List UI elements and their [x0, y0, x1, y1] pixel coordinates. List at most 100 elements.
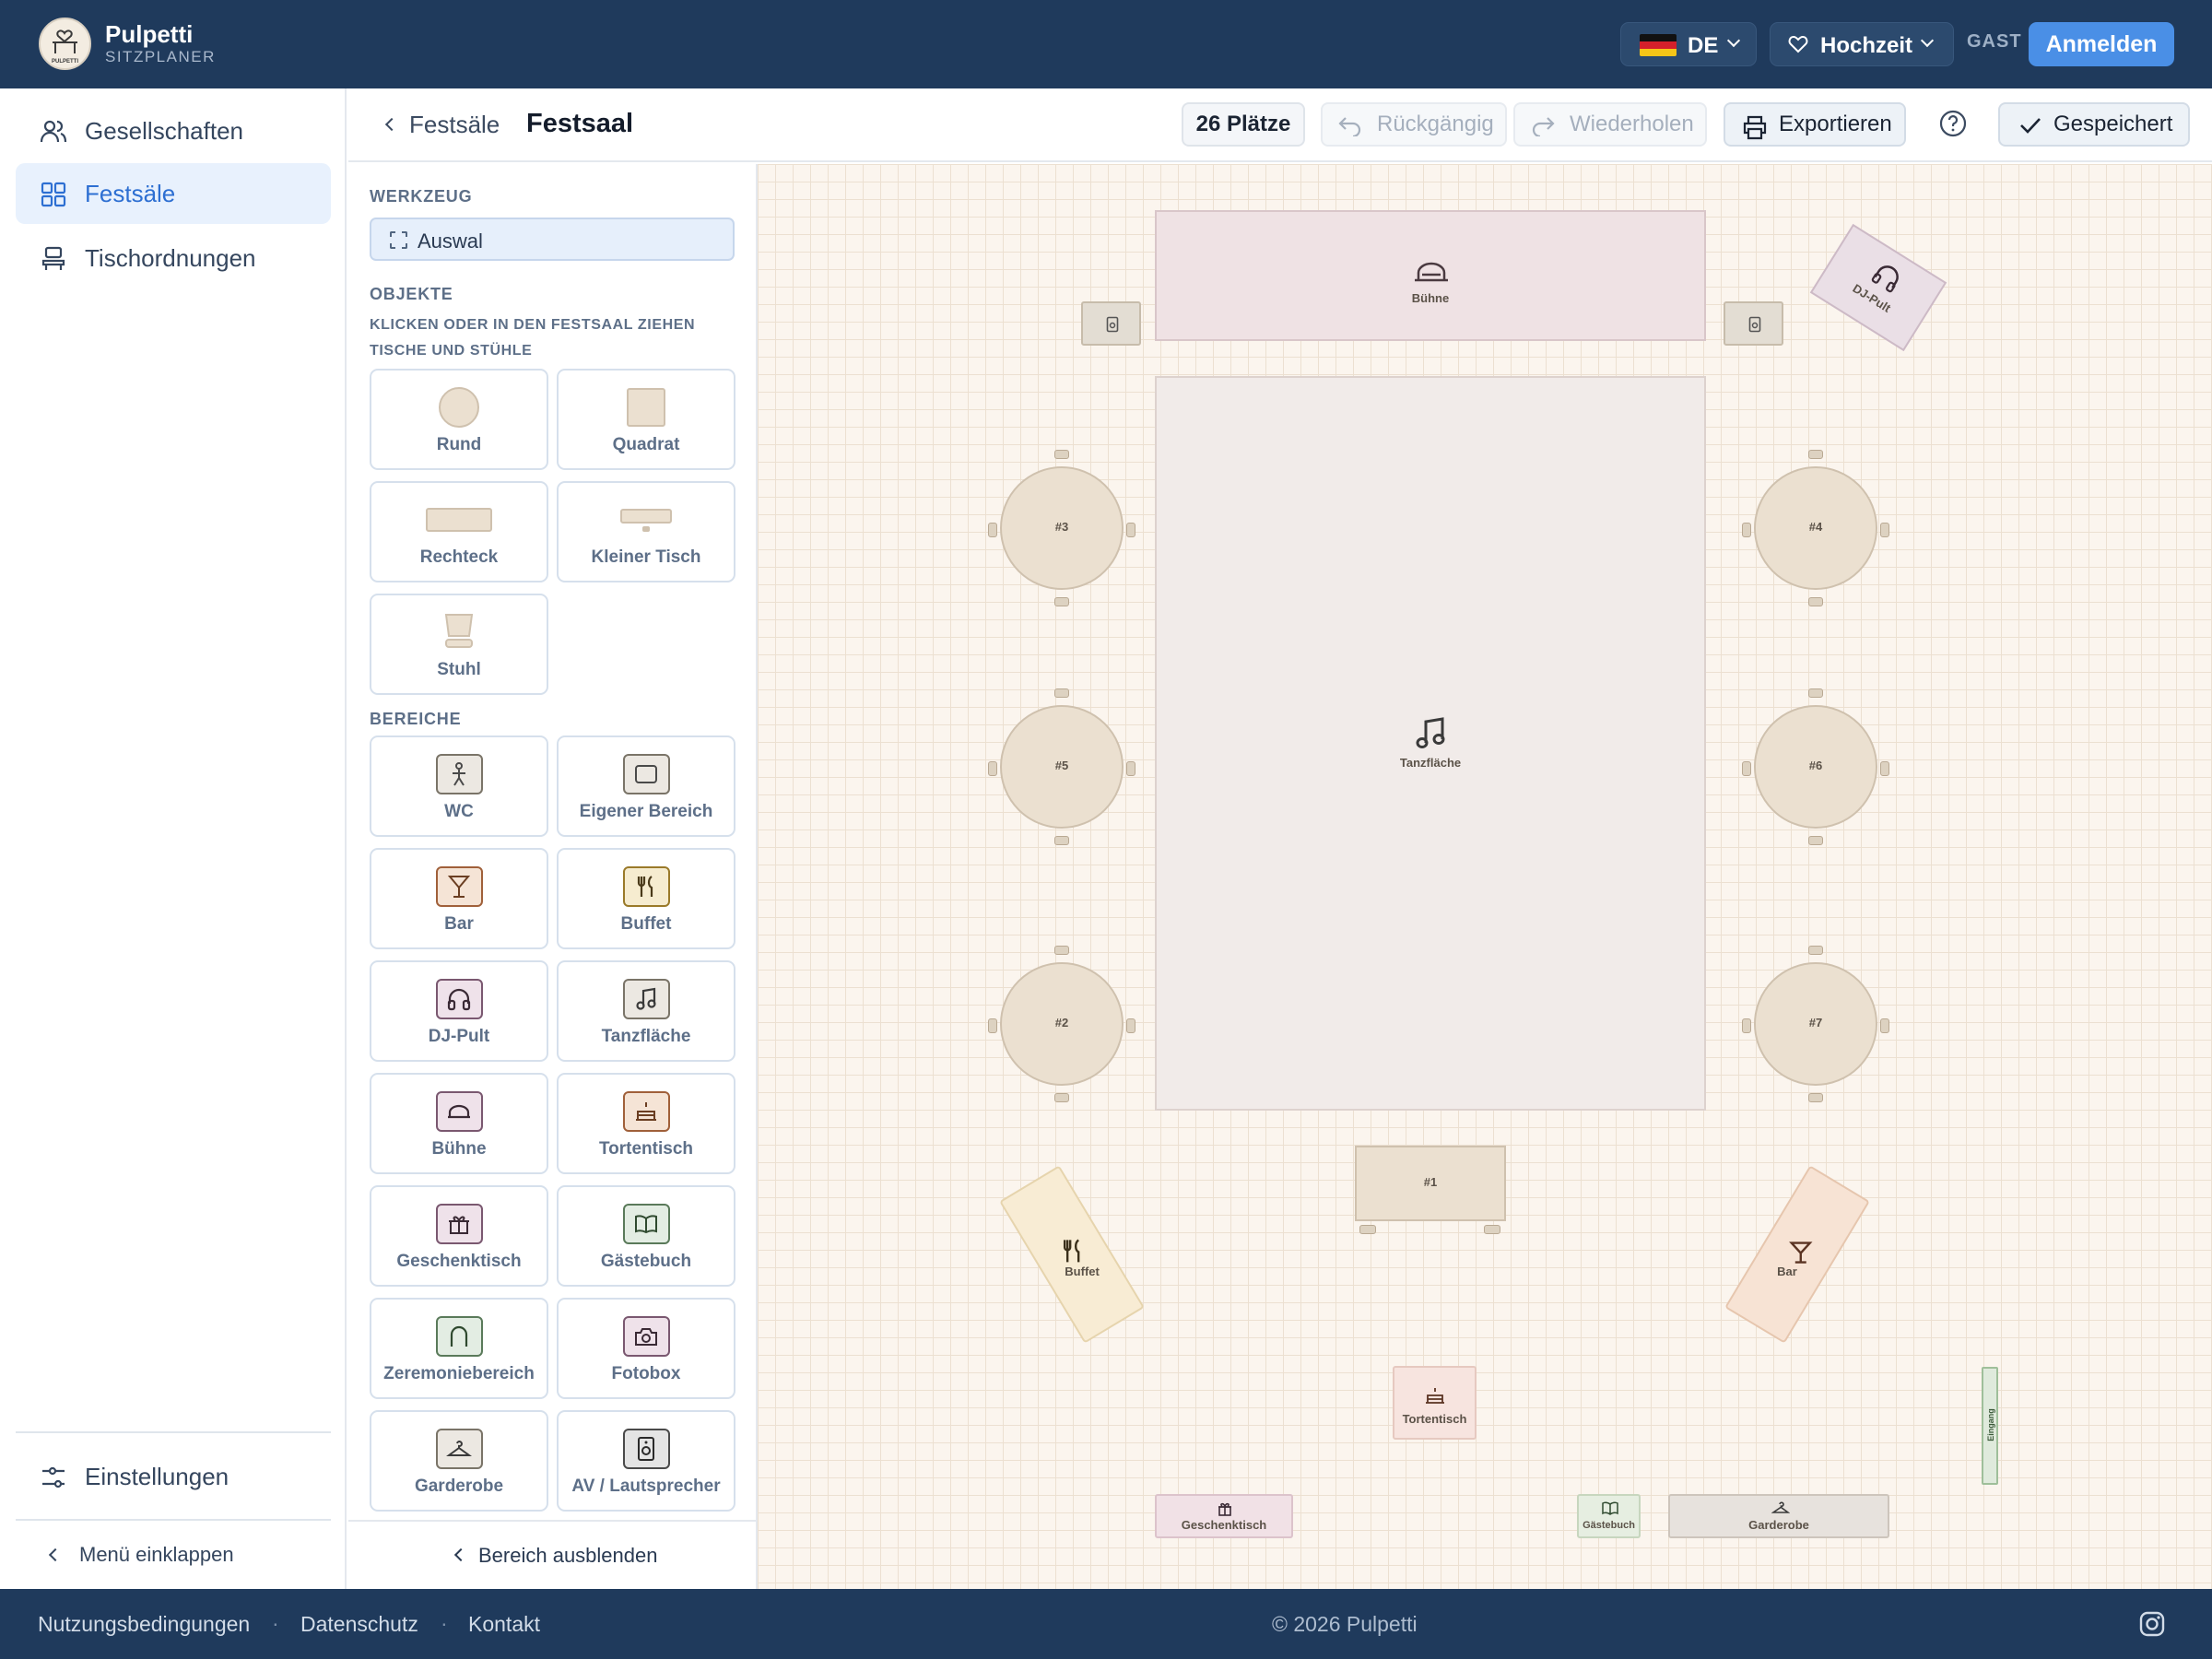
gift-area-tool[interactable]: Geschenktisch [370, 1185, 548, 1287]
chair[interactable] [1054, 688, 1069, 698]
chair[interactable] [1808, 688, 1823, 698]
selection-tool-button[interactable]: Auswal [370, 218, 735, 261]
round-table[interactable]: #2 [988, 946, 1135, 1113]
saved-status-button[interactable]: Gespeichert [1998, 102, 2190, 147]
cake-table-area[interactable]: Tortentisch [1393, 1366, 1477, 1440]
guestbook-area[interactable]: Gästebuch [1577, 1494, 1641, 1538]
round-table[interactable]: #7 [1742, 946, 1889, 1113]
chair[interactable] [1054, 450, 1069, 459]
chair[interactable] [1808, 1093, 1823, 1102]
chair[interactable] [988, 1018, 997, 1033]
round-table[interactable]: #4 [1742, 450, 1889, 618]
speaker-left[interactable] [1081, 301, 1141, 346]
redo-button[interactable]: Wiederholen [1513, 102, 1707, 147]
stage-area[interactable]: Bühne [1155, 210, 1706, 341]
entrance-marker[interactable]: Eingang [1982, 1367, 1998, 1485]
buffet-area-tool[interactable]: Buffet [557, 848, 735, 949]
cocktail-icon [1789, 1241, 1813, 1264]
rect-table[interactable]: #1 [1355, 1146, 1506, 1234]
sidebar-item-einstellungen[interactable]: Einstellungen [16, 1446, 331, 1507]
tool-label: Kleiner Tisch [591, 547, 701, 567]
chair[interactable] [1808, 836, 1823, 845]
wardrobe-area[interactable]: Garderobe [1668, 1494, 1889, 1538]
small-table-tool[interactable]: Kleiner Tisch [557, 481, 735, 582]
chair[interactable] [1054, 1093, 1069, 1102]
privacy-link[interactable]: Datenschutz [300, 1612, 418, 1637]
separator-dot: · [441, 1611, 448, 1635]
chair[interactable] [1359, 1225, 1376, 1234]
rect-table-tool[interactable]: Rechteck [370, 481, 548, 582]
instagram-icon[interactable] [2138, 1610, 2166, 1638]
chair[interactable] [1126, 761, 1135, 776]
custom-area-tool[interactable]: Eigener Bereich [557, 735, 735, 837]
table-top: #3 [1000, 466, 1124, 590]
language-selector[interactable]: DE [1620, 22, 1757, 66]
sidebar-item-festsaele[interactable]: Festsäle [16, 163, 331, 224]
round-table[interactable]: #6 [1742, 688, 1889, 856]
dj-booth-area[interactable]: DJ-Pult [1809, 223, 1947, 352]
tool-label: Quadrat [612, 435, 680, 454]
speaker-right[interactable] [1724, 301, 1783, 346]
contact-link[interactable]: Kontakt [468, 1612, 540, 1637]
dancefloor-area-tool[interactable]: Tanzfläche [557, 960, 735, 1062]
round-table[interactable]: #3 [988, 450, 1135, 618]
buffet-area[interactable]: Buffet [999, 1165, 1145, 1344]
chair[interactable] [1484, 1225, 1500, 1234]
chair[interactable] [1808, 597, 1823, 606]
floor-plan-canvas[interactable]: Bühne DJ-Pult Tanzfläche #3 #4 #5 #6 #2 … [758, 164, 2212, 1589]
help-icon[interactable] [1938, 109, 1968, 138]
tool-label: AV / Lautsprecher [571, 1477, 721, 1496]
selection-tool-label: Auswal [418, 229, 483, 253]
chair[interactable] [1054, 946, 1069, 955]
brand-logo[interactable]: PULPETTI [39, 18, 91, 70]
chair[interactable] [988, 761, 997, 776]
guestbook-area-tool[interactable]: Gästebuch [557, 1185, 735, 1287]
chair[interactable] [1742, 523, 1751, 537]
chair[interactable] [1742, 1018, 1751, 1033]
saved-label: Gespeichert [2053, 112, 2173, 136]
bar-area-tool[interactable]: Bar [370, 848, 548, 949]
chair[interactable] [1742, 761, 1751, 776]
chair[interactable] [1880, 1018, 1889, 1033]
cake-area-tool[interactable]: Tortentisch [557, 1073, 735, 1174]
tables-section-title: TISCHE UND STÜHLE [370, 343, 533, 359]
german-flag-icon [1640, 34, 1677, 56]
export-button[interactable]: Exportieren [1724, 102, 1906, 147]
round-table-tool[interactable]: Rund [370, 369, 548, 470]
chair[interactable] [1126, 523, 1135, 537]
square-table-icon [627, 388, 665, 427]
collapse-menu-button[interactable]: Menü einklappen [16, 1524, 331, 1585]
ceremony-area-tool[interactable]: Zeremoniebereich [370, 1298, 548, 1399]
tool-label: Garderobe [414, 1477, 504, 1496]
chair[interactable] [1808, 450, 1823, 459]
chair[interactable] [1054, 836, 1069, 845]
hide-panel-button[interactable]: Bereich ausblenden [348, 1520, 758, 1589]
square-table-tool[interactable]: Quadrat [557, 369, 735, 470]
music-icon [1416, 717, 1445, 748]
terms-link[interactable]: Nutzungsbedingungen [38, 1612, 250, 1637]
bar-area[interactable]: Bar [1724, 1165, 1870, 1344]
round-table[interactable]: #5 [988, 688, 1135, 856]
login-button[interactable]: Anmelden [2029, 22, 2174, 66]
chair[interactable] [1126, 1018, 1135, 1033]
undo-button[interactable]: Rückgängig [1321, 102, 1507, 147]
chevron-left-icon [48, 1547, 63, 1562]
sidebar-item-gesellschaften[interactable]: Gesellschaften [16, 100, 331, 161]
chair[interactable] [1880, 761, 1889, 776]
av-area-tool[interactable]: AV / Lautsprecher [557, 1410, 735, 1512]
chair[interactable] [988, 523, 997, 537]
chair[interactable] [1808, 946, 1823, 955]
wardrobe-label: Garderobe [1748, 1518, 1809, 1532]
wc-area-tool[interactable]: WC [370, 735, 548, 837]
wardrobe-area-tool[interactable]: Garderobe [370, 1410, 548, 1512]
photobox-area-tool[interactable]: Fotobox [557, 1298, 735, 1399]
sidebar-item-tischordnungen[interactable]: Tischordnungen [16, 228, 331, 288]
chair[interactable] [1054, 597, 1069, 606]
chair[interactable] [1880, 523, 1889, 537]
event-type-selector[interactable]: Hochzeit [1770, 22, 1954, 66]
gift-table-area[interactable]: Geschenktisch [1155, 1494, 1293, 1538]
stage-area-tool[interactable]: Bühne [370, 1073, 548, 1174]
dancefloor-area[interactable]: Tanzfläche [1155, 376, 1706, 1111]
dj-area-tool[interactable]: DJ-Pult [370, 960, 548, 1062]
chair-tool[interactable]: Stuhl [370, 594, 548, 695]
